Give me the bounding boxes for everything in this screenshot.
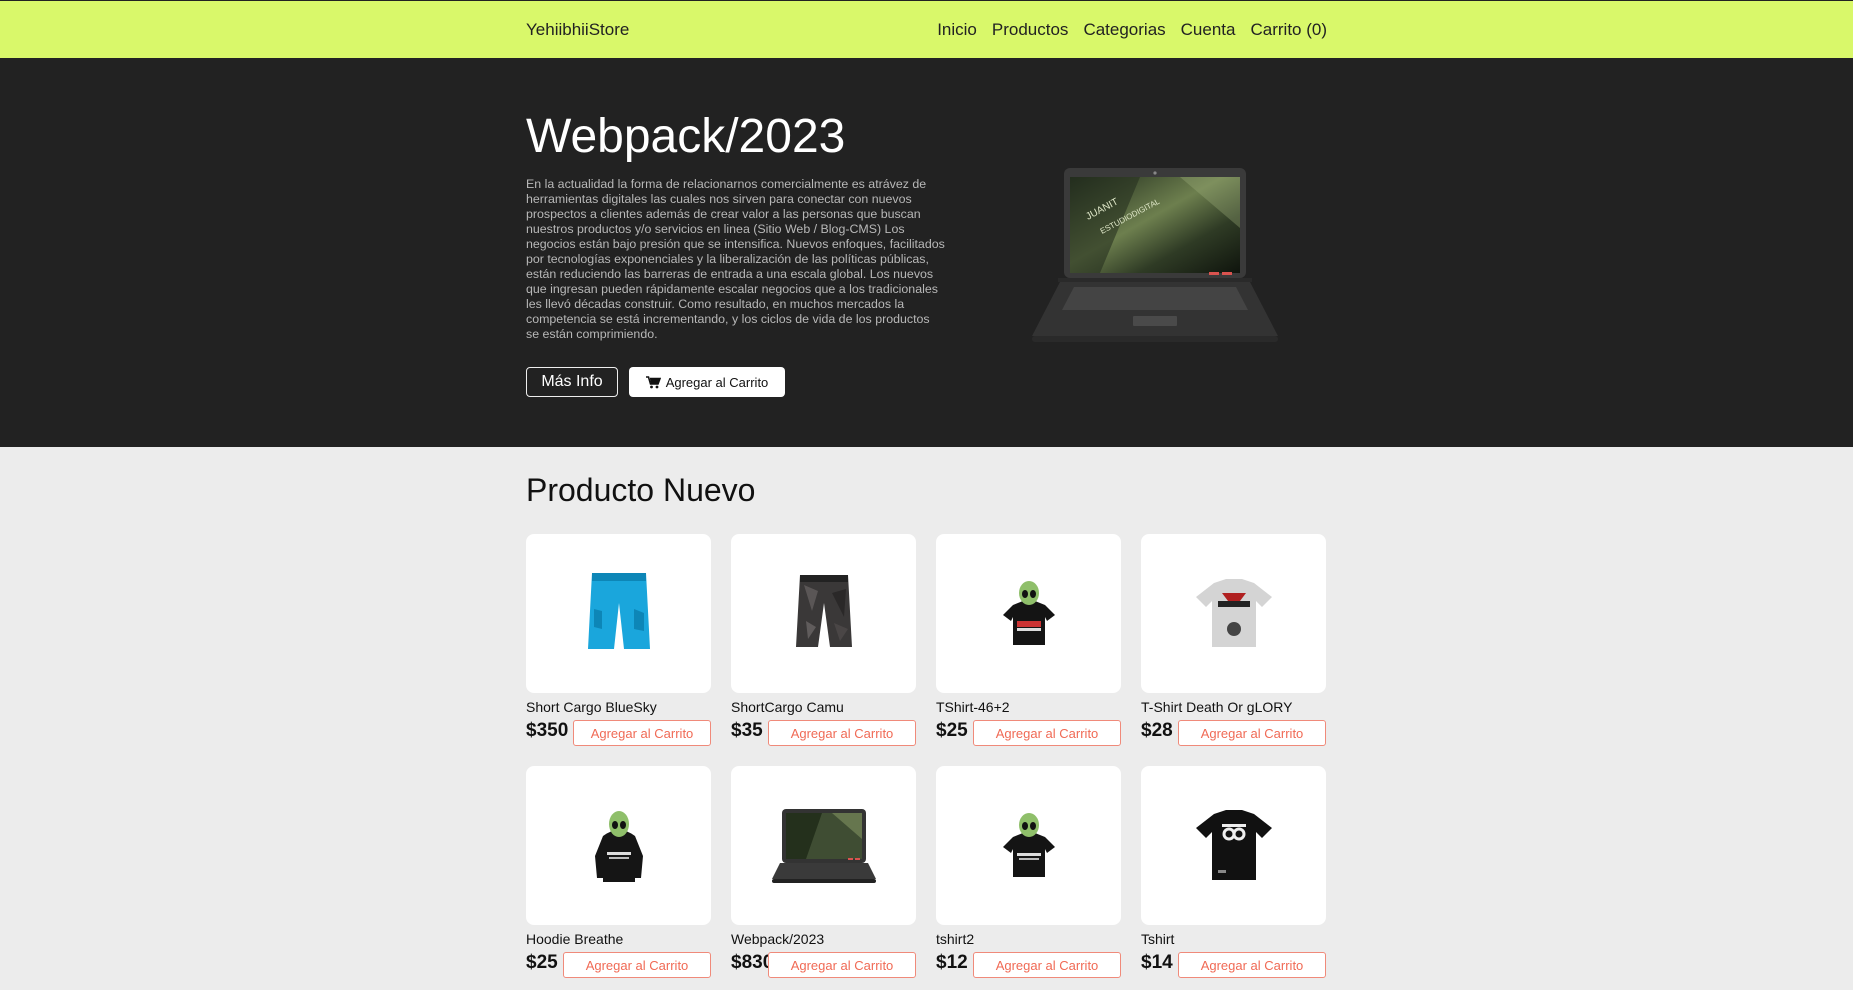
- add-to-cart-button[interactable]: Agregar al Carrito: [563, 952, 711, 978]
- product-card: Hoodie Breathe $25 Agregar al Carrito: [526, 766, 711, 978]
- product-name[interactable]: Tshirt: [1141, 931, 1174, 947]
- hero-laptop-image: JUANIT ESTUDIODIGITAL: [1032, 168, 1278, 342]
- add-to-cart-button[interactable]: Agregar al Carrito: [573, 720, 711, 746]
- nav-link-carrito[interactable]: Carrito (0): [1250, 20, 1327, 40]
- product-image[interactable]: [526, 534, 711, 693]
- product-name[interactable]: tshirt2: [936, 931, 974, 947]
- product-image[interactable]: [936, 766, 1121, 925]
- product-image[interactable]: [731, 534, 916, 693]
- product-price: $12: [936, 952, 968, 973]
- brand-logo-text[interactable]: YehiibhiiStore: [526, 20, 629, 40]
- product-image[interactable]: [731, 766, 916, 925]
- shorts-icon: [587, 572, 650, 649]
- product-card: Short Cargo BlueSky $350 Agregar al Carr…: [526, 534, 711, 746]
- product-card: T-Shirt Death Or gLORY $28 Agregar al Ca…: [1141, 534, 1326, 746]
- product-name[interactable]: Short Cargo BlueSky: [526, 699, 657, 715]
- cart-icon: [645, 375, 661, 388]
- add-to-cart-button[interactable]: Agregar al Carrito: [768, 720, 916, 746]
- nav-link-categorias[interactable]: Categorias: [1083, 20, 1165, 40]
- product-card: ShortCargo Camu $35 Agregar al Carrito: [731, 534, 916, 746]
- product-card: Webpack/2023 $830 Agregar al Carrito: [731, 766, 916, 978]
- product-image[interactable]: [526, 766, 711, 925]
- more-info-button[interactable]: Más Info: [526, 367, 618, 397]
- section-title: Producto Nuevo: [526, 472, 756, 508]
- product-card: Tshirt $14 Agregar al Carrito: [1141, 766, 1326, 978]
- grey-tshirt-icon: [1195, 578, 1272, 647]
- nav-link-inicio[interactable]: Inicio: [937, 20, 977, 40]
- product-price: $25: [936, 720, 968, 741]
- product-price: $28: [1141, 720, 1173, 741]
- product-price: $350: [526, 720, 569, 741]
- hero-banner: Webpack/2023 En la actualidad la forma d…: [0, 58, 1853, 447]
- shorts-icon: [795, 575, 852, 647]
- product-image[interactable]: [936, 534, 1121, 693]
- laptop-icon: [771, 808, 876, 883]
- product-card: TShirt-46+2 $25 Agregar al Carrito: [936, 534, 1121, 746]
- nav-link-productos[interactable]: Productos: [992, 20, 1069, 40]
- product-name[interactable]: ShortCargo Camu: [731, 699, 844, 715]
- alien-tshirt-icon: [1002, 812, 1055, 877]
- product-price: $25: [526, 952, 558, 973]
- hero-description: En la actualidad la forma de relacionarn…: [526, 177, 945, 341]
- alien-tshirt-icon: [1002, 580, 1055, 645]
- hero-title: Webpack/2023: [526, 110, 846, 163]
- alien-hoodie-icon: [594, 810, 643, 882]
- add-to-cart-button[interactable]: Agregar al Carrito: [1178, 952, 1326, 978]
- product-name[interactable]: Webpack/2023: [731, 931, 824, 947]
- product-card: tshirt2 $12 Agregar al Carrito: [936, 766, 1121, 978]
- product-price: $14: [1141, 952, 1173, 973]
- nav-link-cuenta[interactable]: Cuenta: [1181, 20, 1236, 40]
- product-name[interactable]: TShirt-46+2: [936, 699, 1010, 715]
- hero-add-to-cart-label: Agregar al Carrito: [665, 374, 769, 390]
- top-navbar: YehiibhiiStore Inicio Productos Categori…: [0, 0, 1853, 58]
- add-to-cart-button[interactable]: Agregar al Carrito: [973, 720, 1121, 746]
- product-price: $830: [731, 952, 774, 973]
- product-name[interactable]: T-Shirt Death Or gLORY: [1141, 699, 1292, 715]
- main-nav: Inicio Productos Categorias Cuenta Carri…: [937, 20, 1327, 40]
- hero-add-to-cart-button[interactable]: Agregar al Carrito: [629, 367, 785, 397]
- black-tshirt-icon: [1195, 809, 1272, 880]
- add-to-cart-button[interactable]: Agregar al Carrito: [1178, 720, 1326, 746]
- add-to-cart-button[interactable]: Agregar al Carrito: [768, 952, 916, 978]
- product-price: $35: [731, 720, 763, 741]
- product-grid: Short Cargo BlueSky $350 Agregar al Carr…: [526, 534, 1326, 978]
- product-image[interactable]: [1141, 534, 1326, 693]
- product-name[interactable]: Hoodie Breathe: [526, 931, 623, 947]
- product-image[interactable]: [1141, 766, 1326, 925]
- add-to-cart-button[interactable]: Agregar al Carrito: [973, 952, 1121, 978]
